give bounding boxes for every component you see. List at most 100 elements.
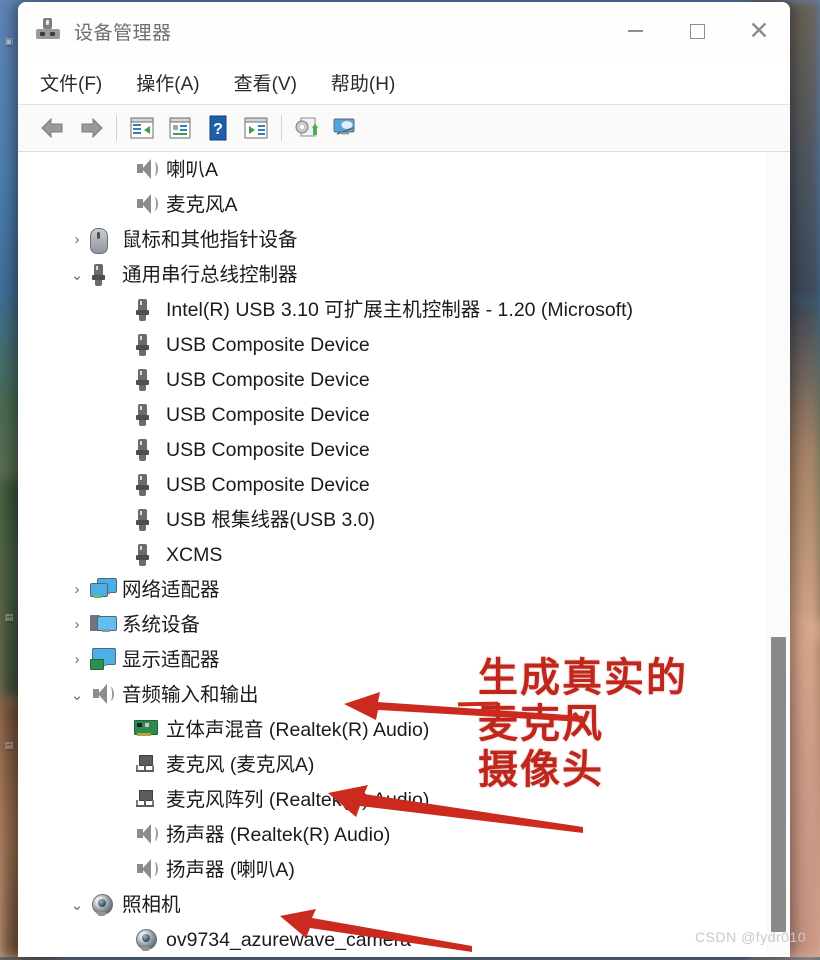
speaker-icon: [134, 858, 160, 882]
back-arrow-icon: [41, 117, 63, 139]
usb-icon: [134, 473, 160, 497]
help-button[interactable]: ?: [199, 111, 237, 145]
chevron-down-icon[interactable]: ⌄: [64, 686, 90, 704]
speaker-icon: [134, 823, 160, 847]
properties-icon: [169, 117, 191, 139]
speaker-icon: [90, 683, 116, 707]
tree-item[interactable]: USB 根集线器(USB 3.0): [18, 502, 790, 537]
chevron-right-icon[interactable]: ›: [64, 651, 90, 668]
action-pane-icon: [244, 117, 268, 139]
display-adapter-icon: [90, 647, 116, 672]
console-tree-icon: [130, 117, 154, 139]
tree-item-label: ov9734_azurewave_camera: [166, 928, 411, 951]
tree-item[interactable]: ov9734_azurewave_camera: [18, 922, 790, 957]
tree-item[interactable]: ⌄ 音频输入和输出: [18, 677, 790, 712]
forward-button[interactable]: [72, 111, 110, 145]
tree-item-label: 立体声混音 (Realtek(R) Audio): [166, 718, 430, 741]
tree-scrollbar[interactable]: [766, 152, 790, 957]
device-manager-icon: [36, 18, 62, 44]
show-console-tree-button[interactable]: [123, 111, 161, 145]
tree-item-label: 显示适配器: [122, 648, 220, 671]
back-button[interactable]: [34, 111, 72, 145]
properties-button[interactable]: [161, 111, 199, 145]
chevron-right-icon[interactable]: ›: [64, 581, 90, 598]
camera-icon: [134, 928, 160, 952]
usb-icon: [134, 298, 160, 322]
chevron-down-icon[interactable]: ⌄: [64, 266, 90, 284]
tree-item[interactable]: 麦克风 (麦克风A): [18, 747, 790, 782]
tree-item[interactable]: › 网络适配器: [18, 572, 790, 607]
toolbar: ?: [18, 105, 790, 152]
device-tree[interactable]: 喇叭A 麦克风A › 鼠标和其他指针设备 ⌄ 通用串行总线控制器 Intel(R) USB …: [18, 152, 790, 957]
update-driver-icon: [295, 117, 318, 137]
tree-item-label: 网络适配器: [122, 578, 220, 601]
scan-hardware-icon: [333, 118, 355, 135]
menu-help[interactable]: 帮助(H): [331, 69, 395, 96]
tree-item[interactable]: USB Composite Device: [18, 327, 790, 362]
desktop-icon-3[interactable]: ▤: [2, 740, 16, 751]
tree-item-label: USB Composite Device: [166, 403, 370, 426]
window-title: 设备管理器: [74, 22, 172, 44]
menu-bar: 文件(F) 操作(A) 查看(V) 帮助(H): [18, 60, 790, 105]
tree-item-label: 扬声器 (Realtek(R) Audio): [166, 823, 391, 846]
toolbar-separator-1: [116, 115, 117, 141]
tree-item[interactable]: ⌄ 照相机: [18, 887, 790, 922]
camera-icon: [90, 893, 116, 917]
mouse-icon: [90, 227, 116, 254]
tree-item[interactable]: USB Composite Device: [18, 432, 790, 467]
minimize-button[interactable]: [604, 2, 666, 60]
chevron-right-icon[interactable]: ›: [64, 616, 90, 633]
tree-item[interactable]: › 鼠标和其他指针设备: [18, 222, 790, 257]
tree-item[interactable]: › 显示适配器: [18, 642, 790, 677]
tree-scrollbar-thumb[interactable]: [771, 637, 786, 932]
tree-item-label: 音频输入和输出: [122, 683, 259, 706]
svg-text:?: ?: [213, 121, 223, 138]
menu-view[interactable]: 查看(V): [234, 69, 297, 96]
menu-file[interactable]: 文件(F): [40, 69, 102, 96]
chevron-right-icon[interactable]: ›: [64, 231, 90, 248]
tree-item[interactable]: Intel(R) USB 3.10 可扩展主机控制器 - 1.20 (Micro…: [18, 292, 790, 327]
update-driver-button[interactable]: [288, 111, 326, 145]
tree-item-label: 鼠标和其他指针设备: [122, 228, 298, 251]
maximize-button[interactable]: [666, 2, 728, 60]
title-bar[interactable]: 设备管理器 ✕: [18, 2, 790, 60]
tree-item[interactable]: 麦克风A: [18, 187, 790, 222]
watermark: CSDN @fydr010: [695, 929, 806, 945]
network-adapter-icon: [90, 577, 117, 602]
forward-arrow-icon: [81, 117, 103, 139]
system-device-icon: [90, 613, 117, 637]
usb-icon: [134, 403, 160, 427]
close-icon: ✕: [748, 16, 770, 45]
menu-action[interactable]: 操作(A): [136, 69, 199, 96]
device-manager-window: 设备管理器 ✕ 文件(F) 操作(A) 查看(V) 帮助(H) ? 喇叭A 麦克…: [18, 2, 790, 957]
usb-icon: [134, 438, 160, 462]
tree-item[interactable]: USB Composite Device: [18, 397, 790, 432]
tree-item[interactable]: USB Composite Device: [18, 467, 790, 502]
desktop-icon-2[interactable]: ▤: [2, 612, 16, 623]
speaker-icon: [134, 158, 160, 182]
minimize-icon: [627, 30, 643, 32]
desktop-icon-1[interactable]: ▣: [2, 36, 16, 47]
chevron-down-icon[interactable]: ⌄: [64, 896, 90, 914]
tree-item-label: USB Composite Device: [166, 333, 370, 356]
tree-item[interactable]: XCMS: [18, 537, 790, 572]
tree-item-label: USB Composite Device: [166, 438, 370, 461]
tree-item[interactable]: › 系统设备: [18, 607, 790, 642]
tree-item-label: XCMS: [166, 543, 223, 566]
tree-item-label: USB Composite Device: [166, 368, 370, 391]
tree-item[interactable]: 立体声混音 (Realtek(R) Audio): [18, 712, 790, 747]
scan-hardware-changes-button[interactable]: [326, 111, 364, 145]
tree-item[interactable]: 扬声器 (喇叭A): [18, 852, 790, 887]
show-hide-pane-button[interactable]: [237, 111, 275, 145]
tree-item[interactable]: ⌄ 通用串行总线控制器: [18, 257, 790, 292]
tree-item[interactable]: 扬声器 (Realtek(R) Audio): [18, 817, 790, 852]
sound-card-icon: [134, 718, 160, 742]
tree-item-label: USB 根集线器(USB 3.0): [166, 508, 376, 531]
close-button[interactable]: ✕: [728, 2, 790, 60]
tree-item[interactable]: USB Composite Device: [18, 362, 790, 397]
tree-item[interactable]: 喇叭A: [18, 152, 790, 187]
tree-item[interactable]: 麦克风阵列 (Realtek(R) Audio): [18, 782, 790, 817]
usb-icon: [134, 333, 160, 357]
help-question-icon: ?: [209, 115, 227, 141]
microphone-icon: [134, 753, 160, 777]
